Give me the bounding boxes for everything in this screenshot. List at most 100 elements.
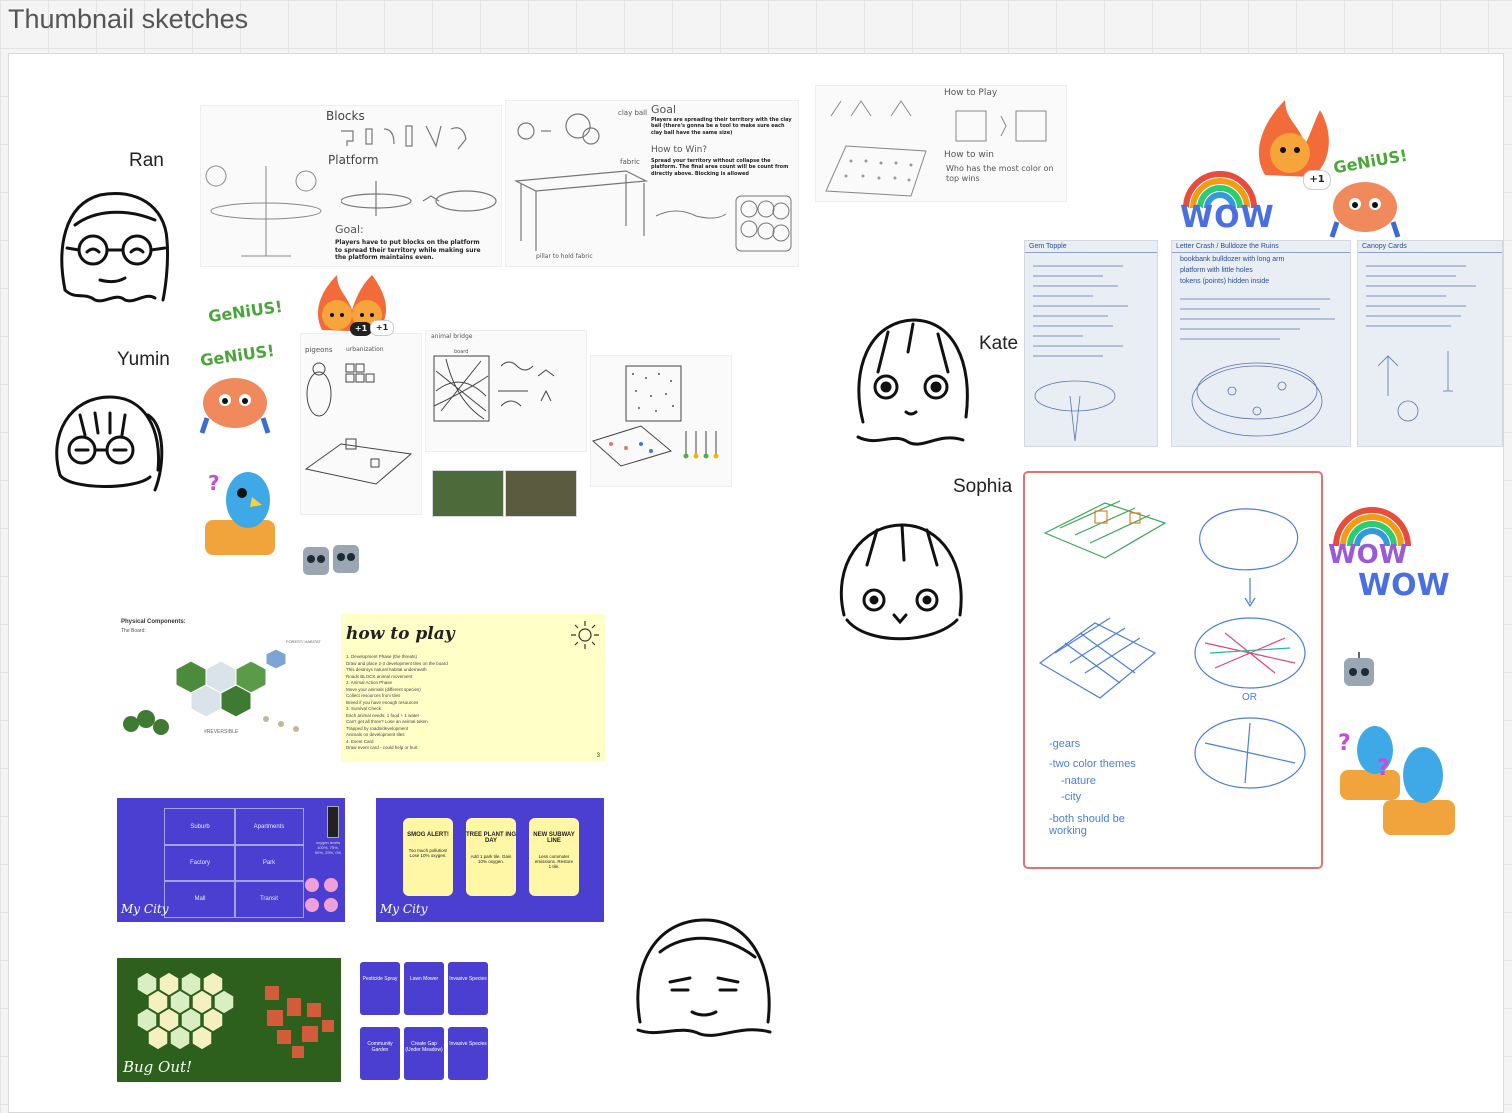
physical-components-line1: The Board: [121, 628, 146, 634]
notebook-scribbles-2 [1180, 298, 1335, 437]
slide-how-to-play[interactable]: how to play 1. Development Phase (the th… [341, 614, 605, 762]
sketch-tangle-drawing [433, 355, 555, 422]
photo-animal-bridge-2[interactable] [505, 470, 577, 517]
city-cell-mall: Mall [164, 880, 236, 918]
sketch-label-fabric: fabric [620, 158, 640, 166]
photo-kate-2-line3: tokens (points) hidden inside [1180, 278, 1270, 285]
avatar-kate-doodle [856, 318, 969, 446]
event-card-subway[interactable]: NEW SUBWAY LINE Less commuter emissions.… [529, 818, 579, 896]
sketch-grid-board-drawing [825, 100, 927, 197]
bug-out-card[interactable]: Community Garden [360, 1027, 400, 1080]
sketch-ran-how-to-play[interactable]: How to Play How to win Who has the most … [815, 85, 1067, 202]
oxygen-meter-labels: oxygen levels 100%, 75%, 50%, 25%, 0% [314, 840, 342, 855]
city-cell-suburb: Suburb [164, 808, 236, 846]
avatar-unnamed-doodle [636, 918, 772, 1037]
sophia-note-3: -nature [1061, 775, 1096, 787]
brain-sticker[interactable] [195, 368, 275, 440]
sketch-label-how-to-win-2: How to win [944, 150, 994, 160]
photo-animal-bridge-1[interactable] [432, 470, 504, 517]
sketch-ran-clay-ball[interactable]: clay ball fabric pillar to hold fabric G… [505, 100, 799, 267]
sketch-label-urbanization: urbanization [346, 346, 384, 353]
svg-text:?: ? [1338, 731, 1351, 756]
wow-sticker-text[interactable]: WOW [1328, 540, 1407, 570]
name-label-kate: Kate [979, 333, 1019, 354]
event-card-title: NEW SUBWAY LINE [533, 832, 575, 844]
sophia-note-1: -gears [1049, 738, 1081, 750]
sketch-goal2-text: Players are spreading their territory wi… [651, 117, 792, 136]
sketch-yumin-board[interactable]: animal bridge board [425, 330, 587, 452]
slide-my-city-cards[interactable]: SMOG ALERT! Too much pollution! Lose 10%… [376, 798, 604, 922]
photo-kate-notebook-3[interactable]: Canopy Cards [1357, 240, 1503, 447]
name-label-yumin: Yumin [117, 349, 170, 370]
pink-token [324, 898, 338, 912]
bug-out-card[interactable]: Invasive Species [448, 962, 488, 1015]
sketch-sophia-highlighted[interactable]: OR -gears -two color themes -nature -cit… [1023, 471, 1323, 869]
sketch-who-has-text: Who has the most color on top wins [946, 164, 1054, 183]
sketch-scales-drawing [955, 110, 1047, 142]
sketch-goal-text: Players have to put blocks on the platfo… [335, 239, 481, 261]
how-to-play-line: Draw event card - could help or hurt [346, 745, 418, 750]
event-card-desc: Add 1 park tile. Gain 10% oxygen. [470, 854, 512, 864]
sketch-table-drawing [513, 113, 649, 251]
photo-kate-notebook-2[interactable]: Letter Crash / Bulldoze the Ruins bookba… [1171, 240, 1351, 447]
robot-sticker[interactable] [1340, 650, 1378, 688]
name-label-sophia: Sophia [953, 476, 1013, 497]
bug-out-card[interactable]: Pesticide Spray [360, 962, 400, 1015]
bug-out-card[interactable]: Create Gap (Under Meadow) [404, 1027, 444, 1080]
slide-physical-components[interactable]: Physical Components: The Board: FOREST/ … [116, 614, 331, 764]
bug-out-card[interactable]: Invasive Species [448, 1027, 488, 1080]
sketch-yumin-pigeons[interactable]: pigeons urbanization [300, 333, 422, 515]
label-forest-habitat: FOREST/ HABITAT [286, 639, 321, 644]
sun-icon [571, 621, 599, 649]
my-city-cards-label: My City [380, 902, 428, 916]
photo-kate-notebook-1[interactable]: Gem Topple [1024, 240, 1158, 447]
bug-out-label: Bug Out! [123, 1058, 193, 1076]
svg-text:?: ? [208, 471, 220, 495]
sketch-pigeon-city-drawing [304, 362, 413, 485]
sketch-balls-drawing [655, 195, 792, 252]
sketch-label-clay-ball: clay ball [618, 109, 648, 117]
my-city-label: My City [121, 902, 169, 916]
sketch-label-goal2: Goal [651, 103, 677, 116]
sketch-label-pigeons: pigeons [305, 346, 333, 354]
sophia-note-2: -two color themes [1049, 758, 1136, 770]
wow-sticker-text[interactable]: WOW [1358, 568, 1450, 603]
photo-kate-2-line1: bookbank bulldozer with long arm [1180, 256, 1285, 263]
svg-text:?: ? [1377, 756, 1390, 781]
event-card-tree-planting[interactable]: TREE PLANT ING DAY Add 1 park tile. Gain… [466, 818, 516, 896]
sketch-blocks-drawing [341, 125, 467, 150]
event-card-title: SMOG ALERT! [407, 832, 449, 838]
how-to-play-page-number: 3 [596, 753, 600, 759]
bug-out-card[interactable]: Lawn Mower [404, 962, 444, 1015]
sketch-ran-blocks-platform[interactable]: Blocks Platform Goal: Players have to pu… [200, 105, 502, 267]
city-cell-apartments: Apartments [234, 808, 304, 846]
avatar-ran-doodle [60, 192, 169, 303]
slide-my-city-board[interactable]: Suburb Apartments Factory Park Mall Tran… [117, 798, 345, 922]
photo-kate-2-header: Letter Crash / Bulldoze the Ruins [1172, 241, 1350, 253]
sophia-or-label: OR [1242, 692, 1257, 703]
avatar-sophia-doodle [839, 523, 963, 641]
slide-bug-out-board[interactable]: Bug Out! [117, 958, 341, 1082]
notebook-scribbles-3 [1366, 265, 1476, 422]
avatar-yumin-doodle [55, 395, 164, 492]
city-cell-park: Park [234, 844, 304, 882]
event-card-desc: Less commuter emissions. Restore 1 tile. [534, 854, 574, 869]
event-card-title: TREE PLANT ING DAY [466, 832, 517, 844]
robot-sticker[interactable] [300, 537, 362, 579]
sophia-drawings [1038, 500, 1306, 789]
reaction-count-badge[interactable]: +1 [370, 320, 394, 336]
brain-sticker[interactable] [1325, 172, 1405, 244]
event-card-smog[interactable]: SMOG ALERT! Too much pollution! Lose 10%… [403, 818, 453, 896]
bird-sticker[interactable]: ? ? [1335, 715, 1460, 840]
oxygen-meter [327, 806, 339, 838]
city-cell-transit: Transit [234, 880, 304, 918]
sophia-note-5: -both should be working [1049, 813, 1125, 837]
bird-sticker[interactable]: ? [200, 465, 280, 560]
pink-token [305, 898, 319, 912]
city-cell-factory: Factory [164, 844, 236, 882]
reaction-count-badge[interactable]: +1 [350, 322, 372, 336]
wow-sticker-text[interactable]: WOW [1180, 200, 1275, 235]
sophia-note-4: -city [1061, 791, 1082, 803]
hex-board-drawing [123, 648, 299, 735]
sketch-yumin-board-pins[interactable] [590, 355, 732, 487]
